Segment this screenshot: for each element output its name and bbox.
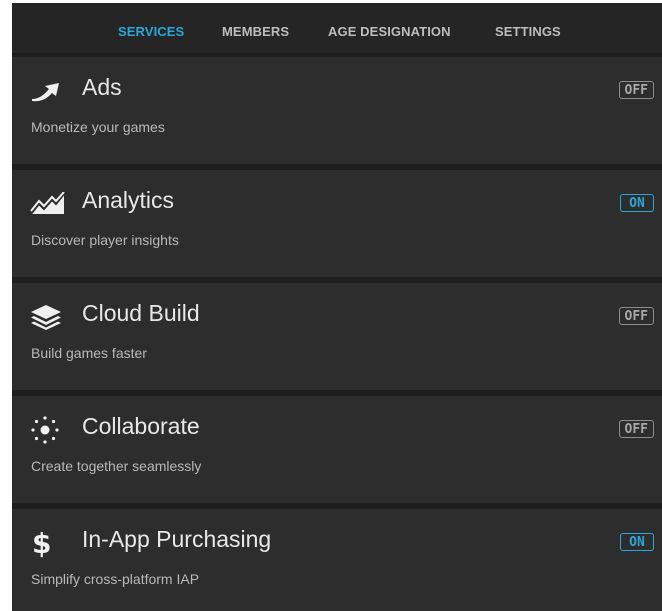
svg-text:$: $	[32, 528, 51, 558]
service-title: Ads	[82, 74, 122, 100]
service-description: Create together seamlessly	[31, 458, 202, 474]
cloud-build-layers-icon	[30, 303, 70, 331]
service-card-cloud-build[interactable]: Cloud Build Build games faster OFF	[12, 283, 662, 390]
services-panel: SERVICES MEMBERS AGE DESIGNATION SETTING…	[12, 3, 662, 611]
service-description: Build games faster	[31, 345, 147, 361]
dollar-icon: $	[30, 528, 70, 558]
tab-services[interactable]: SERVICES	[118, 24, 184, 39]
service-toggle-in-app-purchasing[interactable]: ON	[620, 533, 654, 551]
service-toggle-ads[interactable]: OFF	[618, 81, 654, 99]
service-title: Cloud Build	[82, 300, 200, 326]
analytics-chart-icon	[30, 190, 70, 218]
tab-members[interactable]: MEMBERS	[222, 24, 289, 39]
tab-settings[interactable]: SETTINGS	[495, 24, 561, 39]
tab-age-designation[interactable]: AGE DESIGNATION	[328, 24, 451, 39]
service-title: Analytics	[82, 187, 175, 213]
service-description: Monetize your games	[31, 119, 165, 135]
service-title: In-App Purchasing	[82, 526, 272, 552]
service-card-analytics[interactable]: Analytics Discover player insights ON	[12, 170, 662, 277]
service-card-in-app-purchasing[interactable]: $ In-App Purchasing Simplify cross-platf…	[12, 509, 662, 611]
service-card-collaborate[interactable]: Collaborate Create together seamlessly O…	[12, 396, 662, 503]
service-description: Discover player insights	[31, 232, 179, 248]
collaborate-burst-icon	[30, 416, 70, 444]
service-toggle-analytics[interactable]: ON	[620, 194, 654, 212]
tab-bar: SERVICES MEMBERS AGE DESIGNATION SETTING…	[12, 3, 662, 54]
service-card-ads[interactable]: Ads Monetize your games OFF	[12, 57, 662, 164]
service-toggle-cloud-build[interactable]: OFF	[618, 307, 654, 325]
ads-arrow-icon	[30, 77, 70, 105]
service-description: Simplify cross-platform IAP	[31, 571, 200, 587]
service-title: Collaborate	[82, 413, 200, 439]
service-toggle-collaborate[interactable]: OFF	[618, 420, 654, 438]
